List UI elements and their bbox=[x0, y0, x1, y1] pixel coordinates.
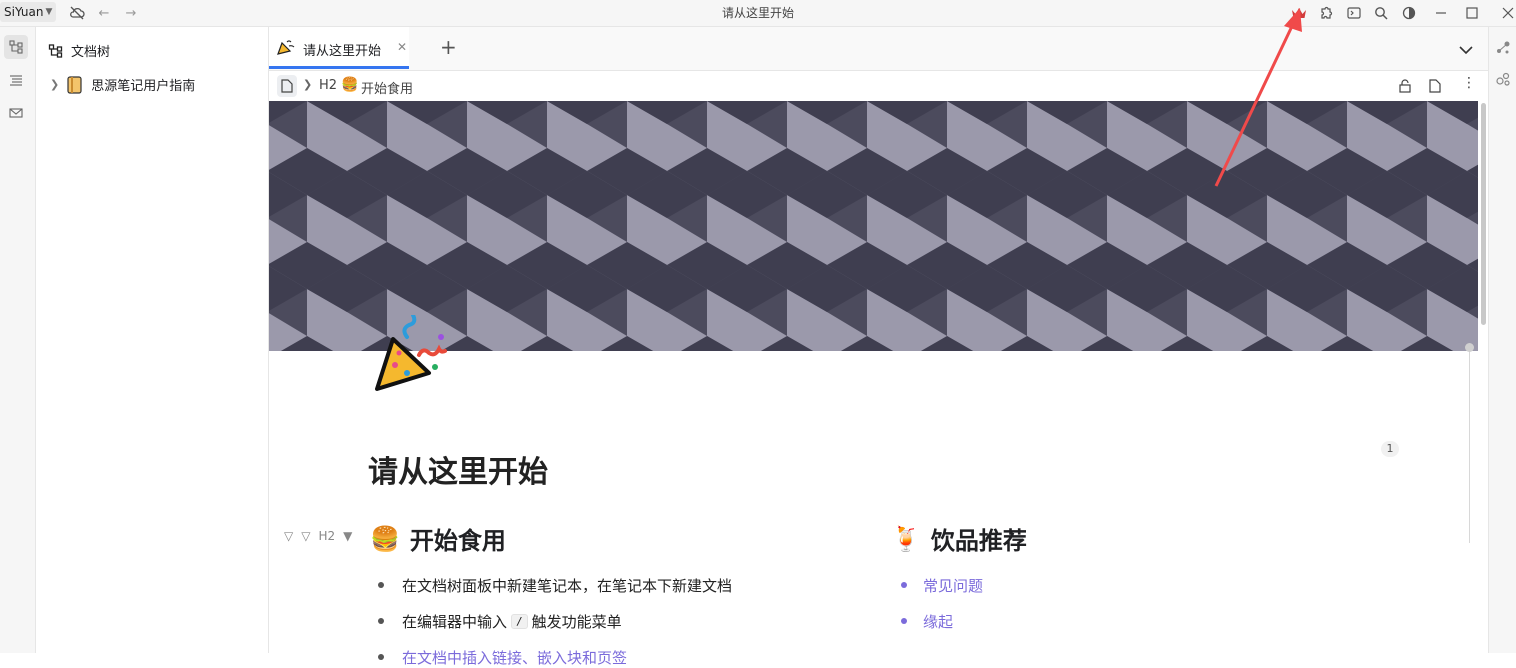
heading-marker[interactable]: H2 bbox=[319, 78, 337, 93]
notebook-label: 思源笔记用户指南 bbox=[91, 79, 196, 94]
burger-icon: 🍔 bbox=[370, 524, 400, 553]
fold-icon-2[interactable]: ▽ bbox=[301, 529, 310, 543]
fold-icon[interactable]: ▽ bbox=[284, 529, 293, 543]
right-dock bbox=[1488, 27, 1516, 653]
maximize-icon[interactable] bbox=[1463, 4, 1481, 22]
more-icon[interactable]: ⋮ bbox=[1462, 76, 1476, 90]
doc-icon-party-popper[interactable] bbox=[371, 313, 451, 399]
doc-title[interactable]: 请从这里开始 bbox=[368, 447, 548, 491]
tab-doc[interactable]: 请从这里开始 ✕ bbox=[269, 27, 409, 69]
workspace-menu-button[interactable]: SiYuan ▼ bbox=[0, 2, 57, 22]
file-tree-panel: 文档树 ❯ 思源笔记用户指南 bbox=[36, 27, 269, 653]
workspace-label: SiYuan bbox=[4, 5, 44, 19]
left-dock bbox=[0, 27, 36, 653]
breadcrumb-heading[interactable]: 开始食用 bbox=[361, 78, 413, 97]
editor-content: 1 请从这里开始 ▽ ▽ H2 ▼ 🍔 开始食用 在文档树面板中新建笔记本，在笔… bbox=[269, 313, 1478, 667]
file-tree-header: 文档树 bbox=[48, 41, 110, 60]
terminal-icon[interactable] bbox=[1345, 4, 1363, 22]
scrollbar-thumb[interactable] bbox=[1481, 103, 1486, 325]
list-item[interactable]: 在编辑器中输入 / 触发功能菜单 bbox=[402, 611, 622, 632]
block-gutter: ▽ ▽ H2 ▼ bbox=[284, 529, 352, 543]
bullet-icon bbox=[901, 618, 907, 624]
backlinks-icon[interactable] bbox=[1495, 71, 1511, 91]
outline-dock-icon[interactable] bbox=[4, 68, 28, 92]
minimize-icon[interactable] bbox=[1432, 4, 1450, 22]
graph-view-icon[interactable] bbox=[1495, 39, 1511, 59]
breadcrumb-separator-icon: ❯ bbox=[303, 78, 313, 91]
list-item-text: 在编辑器中输入 bbox=[402, 613, 508, 631]
caret-down-icon[interactable]: ▼ bbox=[343, 529, 352, 543]
backlink-count-badge[interactable]: 1 bbox=[1381, 441, 1399, 457]
close-window-icon[interactable] bbox=[1499, 4, 1516, 22]
notebook-icon bbox=[67, 75, 82, 94]
chevron-down-icon: ▼ bbox=[45, 7, 53, 17]
bullet-icon bbox=[378, 618, 384, 624]
back-arrow-icon[interactable]: ← bbox=[95, 4, 113, 22]
doc-info-icon[interactable] bbox=[1429, 78, 1441, 97]
lock-icon[interactable] bbox=[1399, 78, 1411, 97]
tab-title: 请从这里开始 bbox=[303, 44, 382, 59]
search-icon[interactable] bbox=[1372, 4, 1390, 22]
party-popper-icon bbox=[277, 39, 295, 59]
burger-icon: 🍔 bbox=[341, 77, 359, 93]
col2-heading: 饮品推荐 bbox=[930, 527, 1027, 555]
cloud-off-icon[interactable] bbox=[68, 4, 86, 22]
bullet-icon bbox=[378, 654, 384, 660]
col1-heading-block[interactable]: 🍔 开始食用 bbox=[370, 521, 506, 556]
add-tab-icon[interactable]: + bbox=[440, 35, 457, 59]
inbox-dock-icon[interactable] bbox=[4, 101, 28, 125]
forward-arrow-icon[interactable]: → bbox=[122, 4, 140, 22]
resize-divider[interactable] bbox=[1469, 347, 1470, 543]
notebook-item[interactable]: ❯ 思源笔记用户指南 bbox=[50, 75, 195, 94]
doc-icon[interactable] bbox=[277, 75, 297, 97]
chevron-right-icon[interactable]: ❯ bbox=[50, 78, 59, 91]
annotation-arrow bbox=[1214, 8, 1302, 187]
tropical-drink-icon: 🍹 bbox=[891, 524, 921, 553]
file-tree-icon bbox=[48, 43, 63, 58]
list-item[interactable]: 在文档树面板中新建笔记本，在笔记本下新建文档 bbox=[402, 575, 732, 596]
list-item-link[interactable]: 在文档中插入链接、嵌入块和页签 bbox=[402, 647, 627, 668]
close-tab-icon[interactable]: ✕ bbox=[397, 40, 407, 54]
bullet-icon bbox=[901, 582, 907, 588]
gutter-heading-marker[interactable]: H2 bbox=[318, 529, 335, 543]
bullet-icon bbox=[378, 582, 384, 588]
list-item-text: 触发功能菜单 bbox=[531, 613, 622, 631]
col1-heading: 开始食用 bbox=[409, 527, 506, 555]
theme-mode-icon[interactable] bbox=[1400, 4, 1418, 22]
scrollbar-track[interactable] bbox=[1479, 101, 1488, 653]
file-tree-title: 文档树 bbox=[71, 45, 111, 60]
resize-handle[interactable] bbox=[1465, 343, 1474, 352]
list-item-link[interactable]: 缘起 bbox=[923, 611, 953, 632]
chevron-down-icon[interactable] bbox=[1459, 40, 1473, 59]
inline-code: / bbox=[511, 614, 528, 629]
list-item-link[interactable]: 常见问题 bbox=[923, 575, 983, 596]
file-tree-dock-icon[interactable] bbox=[4, 35, 28, 59]
col2-heading-block[interactable]: 🍹 饮品推荐 bbox=[891, 521, 1027, 556]
